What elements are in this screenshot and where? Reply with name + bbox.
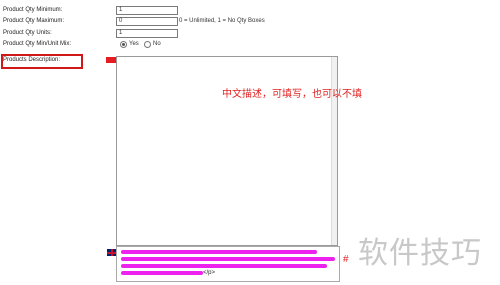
qty-mix-no-label: No <box>153 41 161 47</box>
flag-cn-icon <box>106 57 116 63</box>
watermark-text: 软件技巧 <box>358 236 482 271</box>
qty-mix-no-radio[interactable] <box>144 41 151 48</box>
qty-max-hint: 0 = Unlimited, 1 = No Qty Boxes <box>179 18 265 24</box>
qty-units-label: Product Qty Units: <box>3 30 52 36</box>
source-fragment: </p> <box>203 270 216 276</box>
qty-max-input[interactable]: 0 <box>116 17 178 26</box>
description-source-textarea[interactable]: </p> <box>116 246 340 282</box>
qty-units-input[interactable]: 1 <box>116 29 178 38</box>
annotation-text: 中文描述，可填写，也可以不填 <box>222 89 362 100</box>
qty-mix-yes-label: Yes <box>129 41 139 47</box>
qty-max-label: Product Qty Maximum: <box>3 18 65 24</box>
qty-mix-label: Product Qty Min/Unit Mix: <box>3 41 72 47</box>
qty-min-label: Product Qty Minimum: <box>3 7 63 13</box>
description-label: Products Description: <box>3 57 61 63</box>
qty-mix-yes-radio[interactable] <box>120 41 127 48</box>
redaction-scribble <box>121 250 317 254</box>
redaction-scribble <box>121 257 335 261</box>
redaction-scribble <box>121 271 203 275</box>
side-char: # <box>343 254 349 265</box>
qty-min-input[interactable]: 1 <box>116 6 178 15</box>
redaction-scribble <box>121 264 327 268</box>
